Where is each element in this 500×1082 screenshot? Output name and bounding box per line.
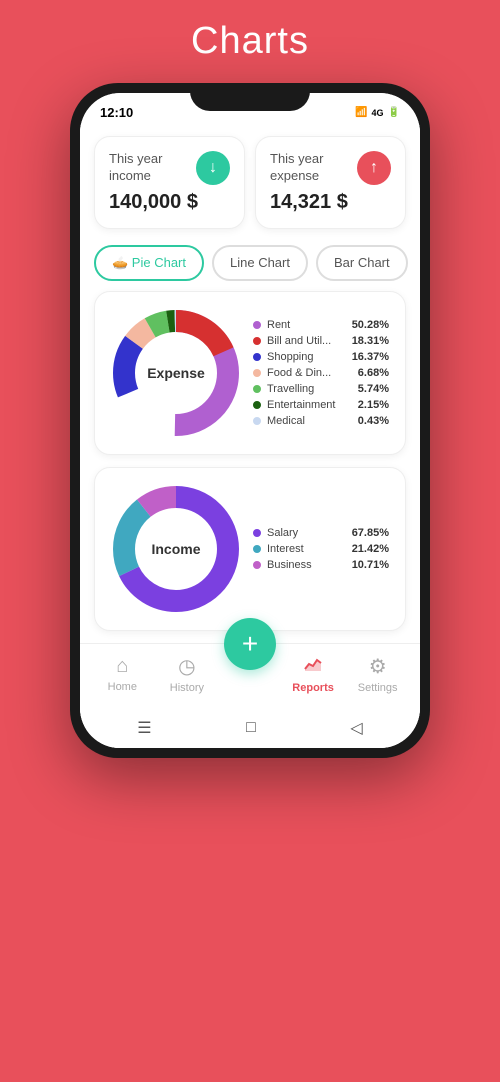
legend-dot-food: [253, 369, 261, 377]
legend-dot-business: [253, 561, 261, 569]
legend-item: Entertainment 2.15%: [253, 399, 389, 411]
legend-dot-shopping: [253, 353, 261, 361]
status-time: 12:10: [100, 105, 133, 120]
page-wrapper: Charts 12:10 📶 4G 🔋 This year in: [0, 0, 500, 1082]
legend-pct-interest: 21.42%: [352, 543, 389, 555]
income-card-header: This year income ↓: [109, 151, 230, 185]
home-nav-icon[interactable]: □: [246, 719, 256, 737]
expense-card-header: This year expense ↑: [270, 151, 391, 185]
fab-button[interactable]: +: [224, 618, 276, 670]
legend-pct-bill: 18.31%: [352, 335, 389, 347]
income-label: This year income: [109, 151, 196, 185]
nav-settings-label: Settings: [358, 682, 398, 694]
legend-name-travel: Travelling: [267, 383, 352, 395]
cards-row: This year income ↓ 140,000 $ This year e…: [80, 124, 420, 241]
legend-item: Food & Din... 6.68%: [253, 367, 389, 379]
legend-item: Medical 0.43%: [253, 415, 389, 427]
bottom-nav: + ⌂ Home ◷ History: [80, 643, 420, 708]
legend-item: Rent 50.28%: [253, 319, 389, 331]
legend-dot-rent: [253, 321, 261, 329]
legend-name-salary: Salary: [267, 527, 346, 539]
nav-history-label: History: [170, 682, 204, 694]
legend-dot-medical: [253, 417, 261, 425]
legend-item: Bill and Util... 18.31%: [253, 335, 389, 347]
screen-content: This year income ↓ 140,000 $ This year e…: [80, 124, 420, 748]
reports-icon: [303, 655, 323, 679]
battery-icon: 🔋: [388, 107, 400, 118]
legend-pct-travel: 5.74%: [358, 383, 389, 395]
nav-reports[interactable]: Reports: [286, 655, 341, 694]
phone-frame: 12:10 📶 4G 🔋 This year income ↓: [70, 83, 430, 758]
legend-name-business: Business: [267, 559, 346, 571]
nav-home[interactable]: ⌂ Home: [95, 655, 150, 693]
income-donut-label: Income: [151, 541, 200, 557]
legend-name-interest: Interest: [267, 543, 346, 555]
legend-pct-business: 10.71%: [352, 559, 389, 571]
legend-name-food: Food & Din...: [267, 367, 352, 379]
expense-amount: 14,321 $: [270, 191, 391, 214]
wifi-icon: 📶: [355, 107, 367, 118]
expense-chart-card: Expense Rent 50.28% Bill and Util... 18.…: [94, 291, 406, 455]
legend-item: Business 10.71%: [253, 559, 389, 571]
legend-pct-ent: 2.15%: [358, 399, 389, 411]
history-icon: ◷: [178, 654, 195, 679]
legend-name-rent: Rent: [267, 319, 346, 331]
legend-pct-rent: 50.28%: [352, 319, 389, 331]
legend-name-bill: Bill and Util...: [267, 335, 346, 347]
status-icons: 📶 4G 🔋: [355, 107, 400, 118]
tab-line-chart[interactable]: Line Chart: [212, 245, 308, 281]
legend-item: Shopping 16.37%: [253, 351, 389, 363]
legend-item: Salary 67.85%: [253, 527, 389, 539]
chart-tabs: 🥧 Pie Chart Line Chart Bar Chart: [80, 241, 420, 291]
back-icon[interactable]: ◁: [350, 718, 362, 738]
legend-name-medical: Medical: [267, 415, 352, 427]
menu-icon[interactable]: ☰: [137, 718, 151, 738]
page-title: Charts: [191, 20, 309, 63]
nav-home-label: Home: [108, 681, 137, 693]
legend-pct-salary: 67.85%: [352, 527, 389, 539]
settings-icon: ⚙: [369, 654, 387, 679]
legend-item: Travelling 5.74%: [253, 383, 389, 395]
expense-icon: ↑: [357, 151, 391, 185]
expense-card: This year expense ↑ 14,321 $: [255, 136, 406, 229]
signal-icon: 4G: [372, 108, 384, 118]
income-donut-wrapper: Income: [111, 484, 241, 614]
phone-screen: 12:10 📶 4G 🔋 This year income ↓: [80, 93, 420, 748]
income-amount: 140,000 $: [109, 191, 230, 214]
legend-pct-shopping: 16.37%: [352, 351, 389, 363]
legend-dot-interest: [253, 545, 261, 553]
expense-label: This year expense: [270, 151, 357, 185]
notch: [190, 83, 310, 111]
android-nav: ☰ □ ◁: [80, 708, 420, 748]
income-legend: Salary 67.85% Interest 21.42% Business 1…: [253, 527, 389, 571]
legend-pct-food: 6.68%: [358, 367, 389, 379]
income-icon: ↓: [196, 151, 230, 185]
expense-donut-label: Expense: [147, 365, 205, 381]
home-icon: ⌂: [116, 655, 128, 678]
legend-dot-travel: [253, 385, 261, 393]
legend-name-ent: Entertainment: [267, 399, 352, 411]
income-chart-card: Income Salary 67.85% Interest 21.42%: [94, 467, 406, 631]
legend-dot-bill: [253, 337, 261, 345]
legend-name-shopping: Shopping: [267, 351, 346, 363]
legend-pct-medical: 0.43%: [358, 415, 389, 427]
expense-donut-wrapper: Expense: [111, 308, 241, 438]
tab-pie-chart[interactable]: 🥧 Pie Chart: [94, 245, 204, 281]
legend-dot-salary: [253, 529, 261, 537]
nav-settings[interactable]: ⚙ Settings: [350, 654, 405, 694]
nav-reports-label: Reports: [292, 682, 334, 694]
tab-bar-chart[interactable]: Bar Chart: [316, 245, 408, 281]
legend-item: Interest 21.42%: [253, 543, 389, 555]
legend-dot-ent: [253, 401, 261, 409]
expense-legend: Rent 50.28% Bill and Util... 18.31% Shop…: [253, 319, 389, 427]
income-card: This year income ↓ 140,000 $: [94, 136, 245, 229]
nav-history[interactable]: ◷ History: [159, 654, 214, 694]
